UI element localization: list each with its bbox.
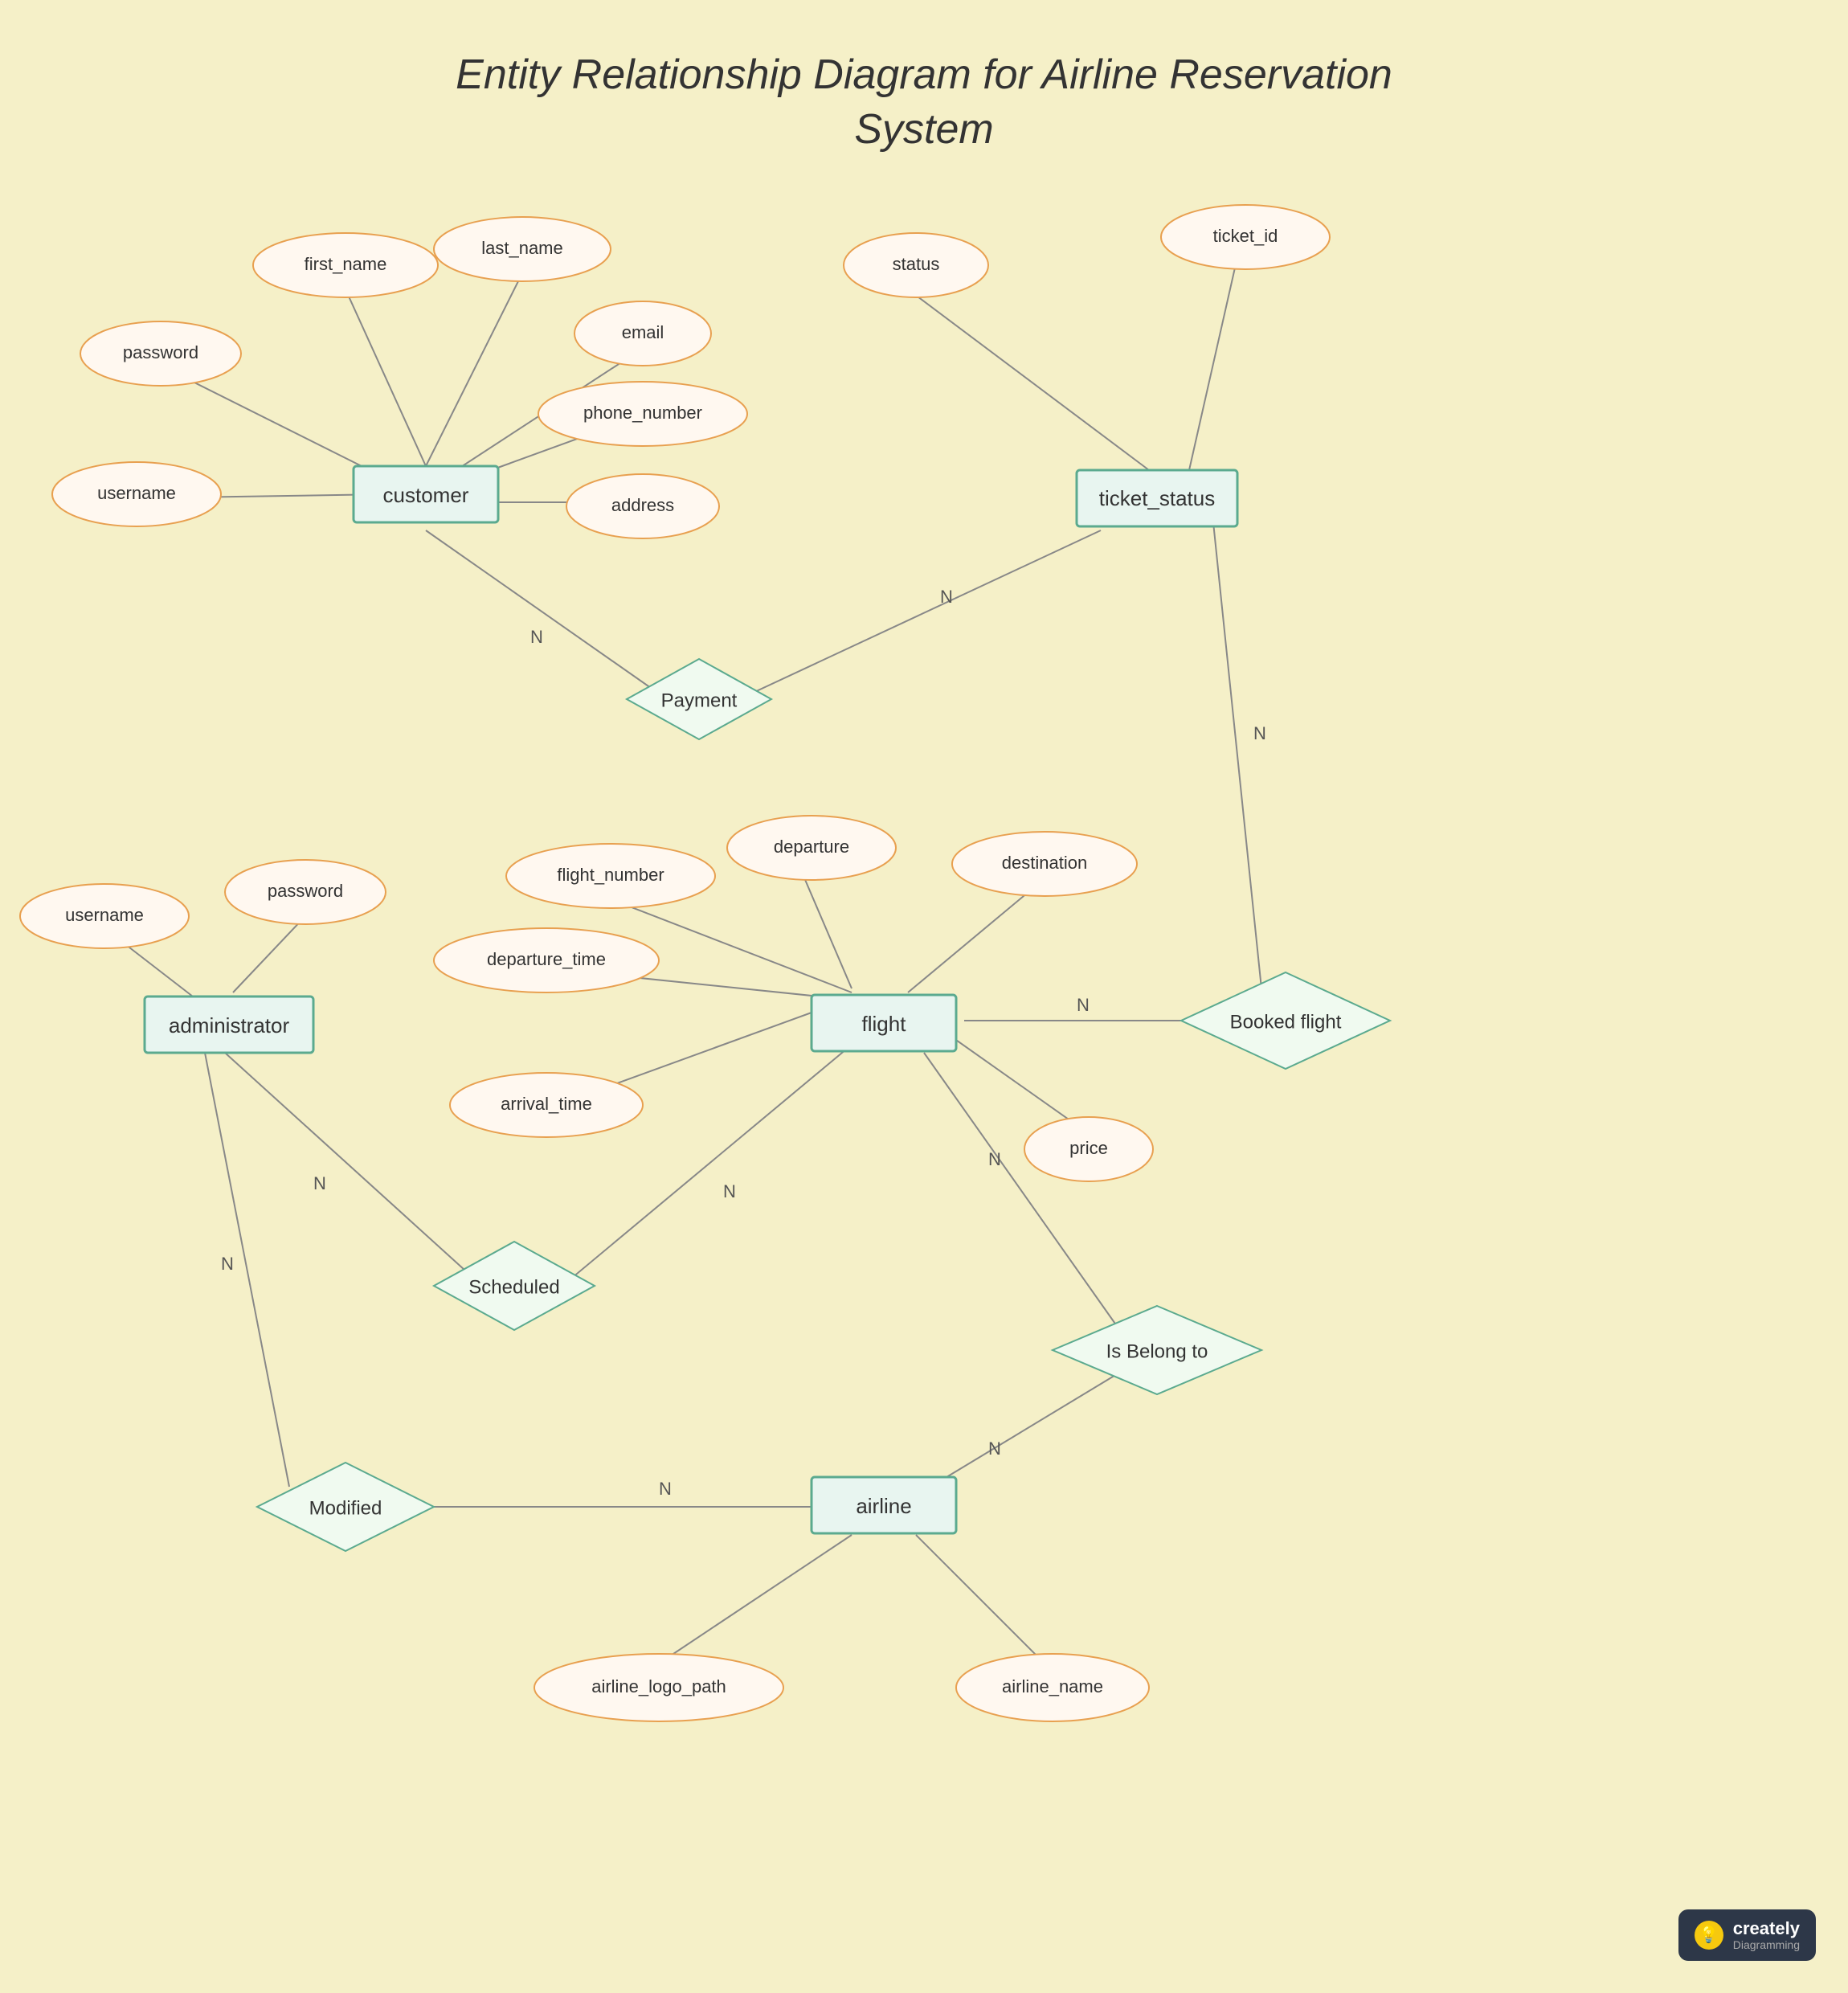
svg-text:email: email [622,322,664,342]
svg-text:arrival_time: arrival_time [501,1094,592,1114]
svg-text:address: address [611,495,674,515]
svg-text:N: N [530,627,543,647]
svg-text:Scheduled: Scheduled [468,1276,559,1298]
logo-brand: creately [1733,1919,1800,1938]
creately-logo: 💡 creately Diagramming [1678,1909,1816,1961]
svg-text:destination: destination [1002,853,1087,873]
svg-text:password: password [268,881,343,901]
svg-text:username: username [97,483,176,503]
svg-text:first_name: first_name [305,254,387,274]
svg-text:status: status [893,254,940,274]
entity-airline-label: airline [856,1494,911,1518]
svg-text:Booked flight: Booked flight [1230,1011,1342,1033]
svg-text:N: N [988,1149,1001,1169]
svg-text:departure_time: departure_time [487,949,606,969]
svg-text:Modified: Modified [309,1497,382,1519]
svg-text:departure: departure [774,837,849,857]
svg-text:N: N [723,1181,736,1201]
svg-text:username: username [65,905,144,925]
svg-text:Payment: Payment [661,690,738,711]
svg-text:N: N [1077,995,1090,1015]
svg-text:N: N [988,1438,1001,1459]
svg-text:N: N [1253,723,1266,743]
svg-text:phone_number: phone_number [583,403,702,423]
svg-text:N: N [659,1479,672,1499]
svg-text:N: N [313,1173,326,1193]
er-diagram: N N N N N N N N N N customer [0,0,1848,1993]
logo-bulb-icon: 💡 [1695,1921,1723,1950]
svg-text:airline_logo_path: airline_logo_path [591,1676,726,1696]
svg-text:flight_number: flight_number [557,865,664,885]
entity-customer-label: customer [383,483,469,507]
entity-flight-label: flight [862,1012,907,1036]
svg-text:last_name: last_name [481,238,563,258]
svg-text:N: N [940,587,953,607]
entity-administrator-label: administrator [169,1013,290,1037]
svg-text:airline_name: airline_name [1002,1676,1103,1696]
svg-text:price: price [1069,1138,1108,1158]
svg-text:Is Belong to: Is Belong to [1106,1340,1208,1362]
svg-text:ticket_id: ticket_id [1213,226,1278,246]
svg-text:password: password [123,342,198,362]
logo-sub: Diagramming [1733,1938,1800,1951]
svg-text:N: N [221,1254,234,1274]
entity-ticket-status-label: ticket_status [1099,486,1216,510]
